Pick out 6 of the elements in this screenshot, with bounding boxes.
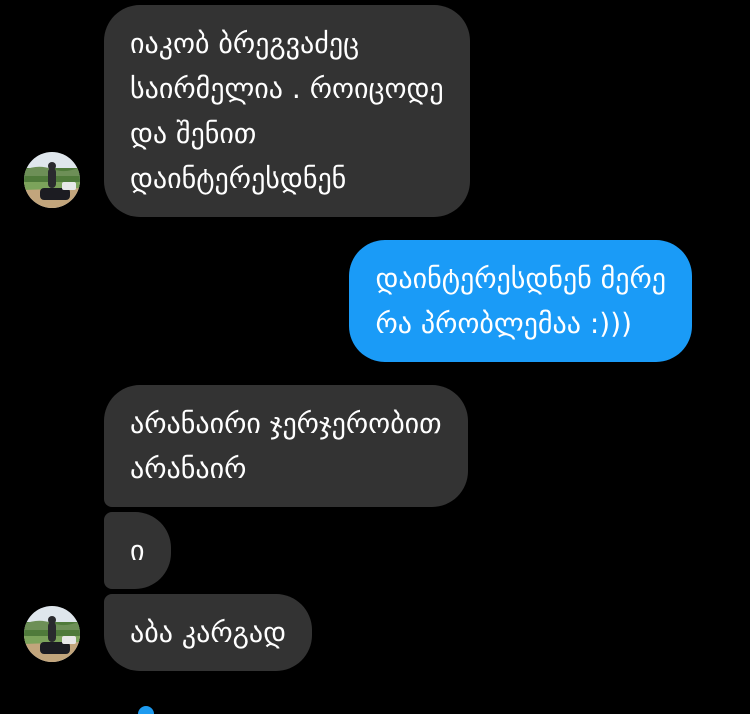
message-text: დაინტერესდნენ მერე რა პრობლემაა :))) (375, 261, 666, 342)
seen-indicator-icon (136, 704, 156, 714)
message-text: ი (130, 533, 144, 569)
message-text: აბა კარგად (130, 615, 286, 651)
message-text: არანაირი ჯერჯერობით არანაირ (130, 406, 442, 487)
message-text: იაკობ ბრეგვაძეც საირმელია . როიცოდე და შენით დაინტერესდნენ (130, 26, 444, 197)
